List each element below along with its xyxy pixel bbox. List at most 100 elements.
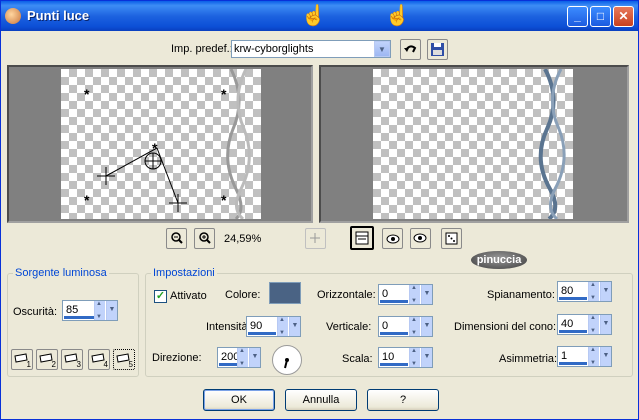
floppy-disk-icon (431, 43, 444, 56)
scale-spinner[interactable]: 10 ▼ (378, 347, 433, 368)
settings-title: Impostazioni (151, 267, 217, 279)
direction-label: Direzione: (152, 352, 202, 364)
cone-size-spinner[interactable]: 40 ▼ (557, 314, 612, 335)
direction-spinner[interactable]: 200 ▼ (217, 347, 261, 368)
scale-updown[interactable] (409, 348, 420, 367)
smoothing-updown[interactable] (588, 282, 599, 301)
wave-decoration (538, 69, 566, 219)
cone-size-updown[interactable] (588, 315, 599, 334)
horizontal-label: Orizzontale: (317, 289, 376, 301)
chevron-down-icon[interactable]: ▼ (289, 317, 300, 336)
cone-size-fill-bar (559, 330, 587, 333)
result-checker-canvas (373, 69, 573, 219)
horizontal-spinner[interactable]: 0 ▼ (378, 284, 433, 305)
crosshair-handle[interactable] (169, 194, 187, 212)
eye-icon (413, 233, 427, 243)
reset-preset-button[interactable] (400, 39, 421, 60)
chevron-down-icon[interactable]: ▼ (421, 285, 432, 304)
asymmetry-value: 1 (561, 350, 568, 362)
horizontal-fill-bar (380, 300, 408, 303)
close-button[interactable]: ✕ (613, 6, 634, 27)
randomize-button[interactable] (382, 228, 403, 249)
smoothing-spinner[interactable]: 80 ▼ (557, 281, 612, 302)
darkness-updown[interactable] (94, 301, 105, 320)
chevron-down-icon[interactable]: ▼ (374, 41, 390, 57)
crosshair-handle[interactable] (97, 167, 115, 185)
save-preset-button[interactable] (427, 39, 448, 60)
asymmetry-fill-bar (559, 362, 587, 365)
light-preset-2-button[interactable]: 2 (36, 349, 58, 370)
darkness-spinner[interactable]: 85 ▼ (62, 300, 118, 321)
light-preset-number: 5 (128, 360, 133, 369)
intensity-value: 90 (250, 320, 263, 332)
intensity-fill-bar (248, 332, 276, 335)
light-point-marker[interactable]: * (84, 86, 90, 102)
direction-updown[interactable] (237, 348, 248, 367)
asymmetry-updown[interactable] (588, 347, 599, 366)
asymmetry-label: Asimmetria: (499, 353, 558, 365)
darkness-label: Oscurità: (13, 306, 58, 318)
selected-light-handle[interactable] (144, 152, 162, 170)
direction-dial[interactable] (272, 345, 302, 375)
vertical-spinner[interactable]: 0 ▼ (378, 316, 433, 337)
intensity-updown[interactable] (277, 317, 288, 336)
window-title: Punti luce (27, 8, 90, 23)
light-preset-number: 1 (26, 360, 31, 369)
dial-needle-icon (284, 358, 289, 369)
light-preset-number: 3 (76, 360, 81, 369)
smoothing-label: Spianamento: (487, 289, 555, 301)
cone-size-value: 40 (561, 318, 574, 330)
chevron-down-icon[interactable]: ▼ (600, 315, 611, 334)
horizontal-value: 0 (382, 288, 389, 300)
asymmetry-spinner[interactable]: 1 ▼ (557, 346, 612, 367)
scale-fill-bar (380, 363, 408, 366)
source-preview[interactable]: * * * * * (7, 65, 313, 223)
intensity-spinner[interactable]: 90 ▼ (246, 316, 301, 337)
light-preset-4-button[interactable]: 4 (88, 349, 110, 370)
light-preset-3-button[interactable]: 3 (61, 349, 83, 370)
chevron-down-icon[interactable]: ▼ (106, 301, 117, 320)
light-preset-1-button[interactable]: 1 (11, 349, 33, 370)
enabled-checkbox[interactable]: ✓ (154, 290, 167, 303)
vertical-value: 0 (382, 320, 389, 332)
light-preset-number: 4 (103, 360, 108, 369)
preset-combo[interactable]: krw-cyborglights ▼ (231, 40, 391, 58)
darkness-fill-bar (64, 316, 94, 319)
undo-arrow-icon (404, 45, 417, 53)
zoom-in-button[interactable] (194, 228, 215, 249)
random-dice-button[interactable] (441, 228, 462, 249)
dice-icon (445, 232, 458, 245)
light-point-marker[interactable]: * (221, 86, 227, 102)
chevron-down-icon[interactable]: ▼ (600, 282, 611, 301)
pan-button[interactable] (305, 228, 326, 249)
move-icon (310, 233, 320, 243)
light-direction-lines (105, 147, 179, 204)
ok-button[interactable]: OK (203, 389, 275, 411)
minimize-button[interactable]: _ (567, 6, 588, 27)
horizontal-updown[interactable] (409, 285, 420, 304)
preset-label: Imp. predef.: (171, 43, 233, 55)
color-swatch[interactable] (269, 282, 301, 304)
eye-arrow-icon (386, 234, 400, 244)
help-button[interactable]: ? (367, 389, 439, 411)
maximize-button[interactable]: □ (590, 6, 611, 27)
zoom-out-icon (171, 232, 183, 244)
zoom-out-button[interactable] (166, 228, 187, 249)
light-point-marker[interactable]: * (84, 192, 90, 208)
light-preset-5-button[interactable]: 5 (113, 349, 135, 370)
intensity-label: Intensità: (206, 321, 251, 333)
chevron-down-icon[interactable]: ▼ (421, 348, 432, 367)
light-point-marker[interactable]: * (221, 192, 227, 208)
scale-value: 10 (382, 351, 395, 363)
proof-button[interactable] (410, 228, 431, 249)
preview-window-icon (355, 231, 369, 245)
chevron-down-icon[interactable]: ▼ (249, 348, 260, 367)
light-source-title: Sorgente luminosa (13, 267, 109, 279)
source-checker-canvas[interactable]: * * * * * (61, 69, 261, 219)
light-points-overlay[interactable]: * * * * * (61, 69, 261, 219)
cancel-button[interactable]: Annulla (285, 389, 357, 411)
vertical-updown[interactable] (409, 317, 420, 336)
chevron-down-icon[interactable]: ▼ (600, 347, 611, 366)
preview-toggle-button[interactable] (350, 226, 374, 250)
chevron-down-icon[interactable]: ▼ (421, 317, 432, 336)
